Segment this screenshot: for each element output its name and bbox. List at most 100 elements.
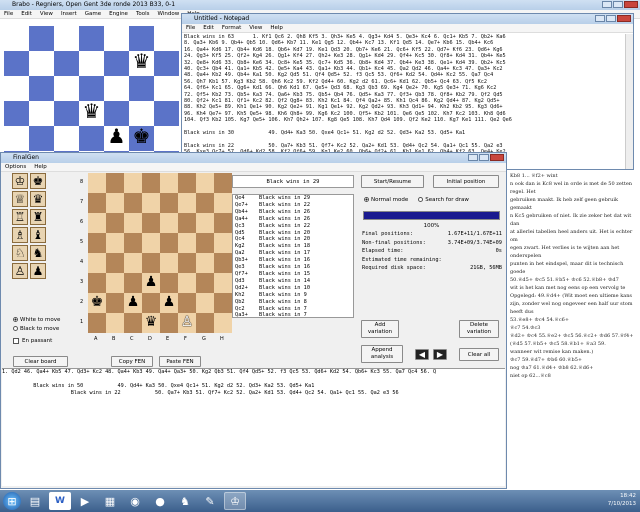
white-king-icon[interactable]: ♔ — [12, 173, 28, 189]
move-results-list[interactable]: Qe4 Black wins in 29 Qe7+ Black wins in 22 Q… — [232, 194, 354, 318]
board-square[interactable] — [142, 213, 160, 233]
chess-piece[interactable]: ♚ — [129, 126, 154, 146]
board-square[interactable] — [106, 273, 124, 293]
board-square[interactable] — [106, 293, 124, 313]
board-square[interactable] — [104, 51, 129, 76]
close-button[interactable] — [624, 1, 638, 8]
maximize-button[interactable] — [479, 154, 489, 161]
chess-piece[interactable]: ♚ — [88, 295, 106, 309]
move-result-row[interactable]: Qb4+ Black wins in 26 — [233, 209, 353, 216]
board-square[interactable] — [160, 253, 178, 273]
board-square[interactable] — [106, 173, 124, 193]
notepad-icon[interactable]: ✎ — [199, 492, 221, 510]
board-square[interactable] — [142, 173, 160, 193]
board-square[interactable] — [196, 253, 214, 273]
board-square[interactable] — [4, 76, 29, 101]
board-square[interactable] — [88, 213, 106, 233]
board-square[interactable] — [214, 213, 232, 233]
board-square[interactable] — [88, 253, 106, 273]
menu-file[interactable]: File — [186, 24, 195, 32]
board-square[interactable] — [79, 26, 104, 51]
board-square[interactable] — [196, 193, 214, 213]
black-rook-icon[interactable]: ♜ — [30, 209, 46, 225]
menu-insert[interactable]: Insert — [61, 10, 77, 18]
board-square[interactable] — [54, 51, 79, 76]
board-square[interactable] — [160, 233, 178, 253]
move-result-row[interactable]: Qd5 Black wins in 20 — [233, 230, 353, 237]
radio-icon[interactable] — [13, 326, 18, 331]
close-button[interactable] — [490, 154, 504, 161]
black-king-icon[interactable]: ♚ — [30, 173, 46, 189]
chess-piece[interactable]: ♙ — [178, 315, 196, 329]
board-square[interactable] — [214, 233, 232, 253]
board-square[interactable] — [214, 193, 232, 213]
board-square[interactable] — [196, 173, 214, 193]
board-square[interactable] — [214, 293, 232, 313]
chrome-icon[interactable]: ◉ — [124, 492, 146, 510]
close-button[interactable] — [617, 15, 631, 22]
firefox-icon[interactable]: ● — [149, 492, 171, 510]
move-result-row[interactable]: Qb3+ Black wins in 16 — [233, 257, 353, 264]
minimize-button[interactable] — [468, 154, 478, 161]
black-to-move-option[interactable]: Black to move — [13, 325, 60, 334]
analysis-text[interactable]: 1. Qd2 46. Qa4+ Kb5 47. Qd3+ Kc2 48. Qa4… — [2, 368, 505, 486]
board-square[interactable] — [88, 313, 106, 333]
black-pawn-icon[interactable]: ♟ — [30, 263, 46, 279]
board-square[interactable] — [154, 51, 179, 76]
board-square[interactable] — [178, 253, 196, 273]
board-square[interactable] — [154, 126, 179, 151]
explorer-icon[interactable]: ▤ — [24, 492, 46, 510]
black-queen-icon[interactable]: ♛ — [30, 191, 46, 207]
board-square[interactable] — [129, 101, 154, 126]
board-square[interactable] — [129, 76, 154, 101]
system-clock[interactable]: 18:42 7/10/2013 — [608, 492, 636, 508]
board-square[interactable] — [104, 26, 129, 51]
board-square[interactable] — [4, 51, 29, 76]
move-result-row[interactable]: Kg2 Black wins in 18 — [233, 243, 353, 250]
add-variation-button[interactable]: Add variation — [361, 320, 399, 338]
normal-mode-option[interactable]: Normal mode — [364, 197, 408, 203]
board-square[interactable] — [29, 76, 54, 101]
board-square[interactable] — [106, 193, 124, 213]
move-result-row[interactable]: Kh2 Black wins in 9 — [233, 292, 353, 299]
board-square[interactable] — [178, 233, 196, 253]
board-square[interactable] — [124, 213, 142, 233]
chess-piece[interactable]: ♟ — [160, 295, 178, 309]
board-square[interactable] — [79, 126, 104, 151]
menu-file[interactable]: File — [4, 10, 13, 18]
board-square[interactable] — [54, 76, 79, 101]
board-square[interactable] — [106, 253, 124, 273]
board-square[interactable] — [129, 26, 154, 51]
clear-all-button[interactable]: Clear all — [459, 348, 499, 361]
brabo-icon[interactable]: ♞ — [174, 492, 196, 510]
menu-help[interactable]: Help — [270, 24, 283, 32]
menu-view[interactable]: View — [40, 10, 53, 18]
word-icon[interactable]: W — [49, 492, 71, 510]
board-square[interactable] — [124, 233, 142, 253]
move-result-row[interactable]: Qd2+ Black wins in 10 — [233, 285, 353, 292]
board-square[interactable] — [79, 76, 104, 101]
board-square[interactable] — [196, 293, 214, 313]
board-square[interactable] — [54, 101, 79, 126]
move-result-row[interactable]: Qd3 Black wins in 14 — [233, 278, 353, 285]
board-square[interactable] — [160, 193, 178, 213]
board-square[interactable] — [54, 26, 79, 51]
board-square[interactable] — [142, 253, 160, 273]
menu-format[interactable]: Format — [222, 24, 241, 32]
paste-fen-button[interactable]: Paste FEN — [159, 356, 201, 367]
board-square[interactable] — [178, 193, 196, 213]
board-square[interactable] — [88, 173, 106, 193]
move-result-row[interactable]: Qf7+ Black wins in 15 — [233, 271, 353, 278]
move-result-row[interactable]: Qe7+ Black wins in 22 — [233, 202, 353, 209]
board-square[interactable] — [29, 26, 54, 51]
menu-options[interactable]: Options — [5, 163, 26, 171]
board-square[interactable] — [142, 233, 160, 253]
white-to-move-option[interactable]: White to move — [13, 316, 60, 325]
board-square[interactable] — [196, 273, 214, 293]
move-result-row[interactable]: Qa2 Black wins in 17 — [233, 250, 353, 257]
board-square[interactable] — [154, 76, 179, 101]
minimize-button[interactable] — [602, 1, 612, 8]
board-square[interactable] — [29, 126, 54, 151]
black-knight-icon[interactable]: ♞ — [30, 245, 46, 261]
white-pawn-icon[interactable]: ♙ — [12, 263, 28, 279]
